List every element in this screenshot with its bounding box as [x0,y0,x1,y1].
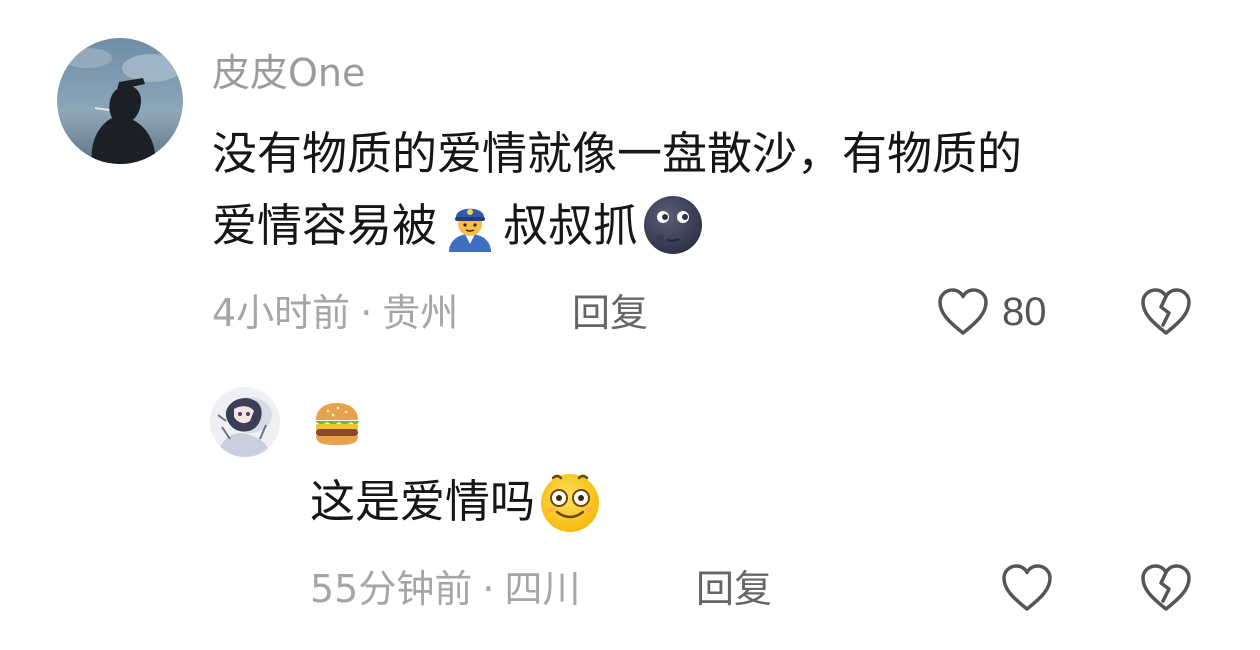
police-officer-emoji [443,198,497,252]
timestamp: 55分钟前 [310,567,473,611]
new-moon-face-emoji [642,194,704,256]
broken-heart-icon [1138,563,1194,613]
avatar[interactable] [57,38,183,164]
comment-text-segment: 这是爱情吗 [310,475,536,528]
smiling-face-emoji [537,468,603,534]
comment-meta: 55分钟前 · 四川 [310,566,580,612]
comment-text: 这是爱情吗 [310,466,603,538]
comment-text-segment: 叔叔抓 [503,199,639,252]
location: 贵州 [382,291,459,335]
heart-outline-icon [936,287,990,337]
like-button[interactable] [1000,560,1054,616]
like-button[interactable]: 80 [936,284,1047,340]
comment-line: 爱情容易被 叔叔抓 [212,190,1022,262]
username[interactable] [312,398,362,448]
comment-text: 没有物质的爱情就像一盘散沙，有物质的 爱情容易被 叔叔抓 [212,118,1022,262]
like-count: 80 [1002,289,1047,334]
comment-meta: 4小时前 · 贵州 [212,290,458,336]
dislike-button[interactable] [1138,560,1194,616]
reply-button[interactable]: 回复 [696,566,772,612]
comment-text-segment: 爱情容易被 [212,199,438,252]
avatar[interactable] [210,387,280,457]
broken-heart-icon [1138,287,1194,337]
heart-outline-icon [1000,563,1054,613]
separator: · [482,567,495,611]
hamburger-emoji [312,400,362,448]
separator: · [360,291,373,335]
avatar-image [210,387,280,457]
avatar-image [57,38,183,164]
comment-line: 这是爱情吗 [310,466,603,538]
dislike-button[interactable] [1138,284,1194,340]
timestamp: 4小时前 [212,291,351,335]
reply-button[interactable]: 回复 [572,290,648,336]
comment-line: 没有物质的爱情就像一盘散沙，有物质的 [212,127,1023,180]
username[interactable]: 皮皮One [212,50,365,96]
location: 四川 [504,567,581,611]
